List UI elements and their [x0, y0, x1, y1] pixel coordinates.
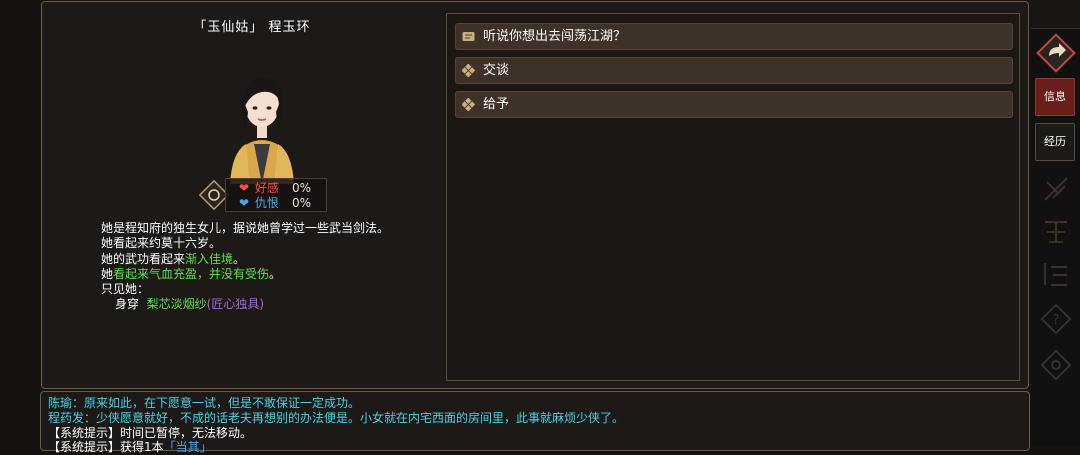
- description-line: 她是程知府的独生女儿，据说她曾学过一些武当剑法。: [101, 221, 390, 235]
- quest-scroll-icon: [462, 32, 475, 41]
- hatred-value: 0%: [292, 196, 312, 210]
- npc-portrait: [230, 78, 294, 184]
- faded-tab-icon[interactable]: [1039, 257, 1073, 291]
- npc-name-title: 「玉仙姑」 程玉环: [193, 20, 311, 35]
- favor-row: ❤ 好感 0%: [239, 180, 311, 196]
- option-label: 听说你想出去闯荡江湖？: [483, 29, 627, 44]
- faded-tab-icon[interactable]: [1039, 172, 1073, 206]
- equipment-line: 身穿 梨芯淡烟纱(匠心独具): [115, 297, 265, 312]
- hatred-row: ❤ 仇恨 0%: [239, 195, 311, 211]
- relation-box: ❤ 好感 0% ❤ 仇恨 0%: [225, 178, 327, 212]
- tab-info[interactable]: 信息: [1035, 78, 1075, 116]
- settings-gear-icon[interactable]: [1039, 348, 1073, 382]
- option-give[interactable]: 给予: [455, 91, 1013, 118]
- dialog-options-panel: 听说你想出去闯荡江湖？ 交谈 给予: [446, 13, 1020, 381]
- message-log: 陈瑜：原来如此，在下愿意一试，但是不敢保证一定成功。 程药发：少侠愿意就好，不成…: [40, 391, 1030, 454]
- option-label: 给予: [483, 97, 510, 112]
- description-line: 只见她：: [101, 282, 150, 297]
- sidebar-top-strip: [1031, 0, 1080, 29]
- option-talk[interactable]: 交谈: [455, 57, 1013, 84]
- equipment-item-link[interactable]: 梨芯淡烟纱: [147, 297, 207, 311]
- log-line: 程药发：少侠愿意就好，不成的话老夫再想别的办法便是。小女就在内宅西面的房间里，此…: [48, 411, 625, 425]
- diamond-icon: [462, 98, 475, 111]
- item-quality: 匠心独具: [211, 297, 260, 312]
- right-sidebar: 信息 经历 ?: [1031, 0, 1080, 446]
- description-line: 她的武功看起来渐入佳境。: [101, 251, 246, 266]
- tab-experience[interactable]: 经历: [1035, 123, 1075, 161]
- log-line: 【系统提示】时间已暂停，无法移动。: [48, 426, 253, 440]
- favor-label: 好感: [254, 181, 279, 195]
- log-item-link[interactable]: 「当其」: [164, 440, 212, 454]
- npc-description: 她是程知府的独生女儿，据说她曾学过一些武当剑法。 她看起来约莫十六岁。 她的武功…: [101, 221, 389, 313]
- heart-icon: ❤: [239, 181, 250, 195]
- log-line: 【系统提示】获得1本「当其」: [48, 440, 212, 454]
- return-arrow-icon[interactable]: [1035, 32, 1077, 74]
- option-label: 交谈: [483, 63, 510, 78]
- health-status: 看起来气血充盈，并没有受伤: [113, 266, 270, 281]
- faded-tab-icon[interactable]: [1039, 214, 1073, 248]
- log-line: 陈瑜：原来如此，在下愿意一试，但是不敢保证一定成功。: [48, 396, 361, 410]
- martial-level: 渐入佳境: [185, 251, 234, 266]
- favor-value: 0%: [292, 181, 312, 195]
- hatred-label: 仇恨: [254, 196, 279, 210]
- description-line: 她看起来气血充盈，并没有受伤。: [101, 266, 282, 281]
- diamond-icon: [462, 64, 475, 77]
- option-ask-adventure[interactable]: 听说你想出去闯荡江湖？: [455, 23, 1013, 50]
- svg-text:?: ?: [1053, 313, 1060, 328]
- help-icon[interactable]: ?: [1039, 302, 1073, 336]
- broken-heart-icon: ❤: [239, 196, 250, 210]
- description-line: 她看起来约莫十六岁。: [101, 236, 222, 251]
